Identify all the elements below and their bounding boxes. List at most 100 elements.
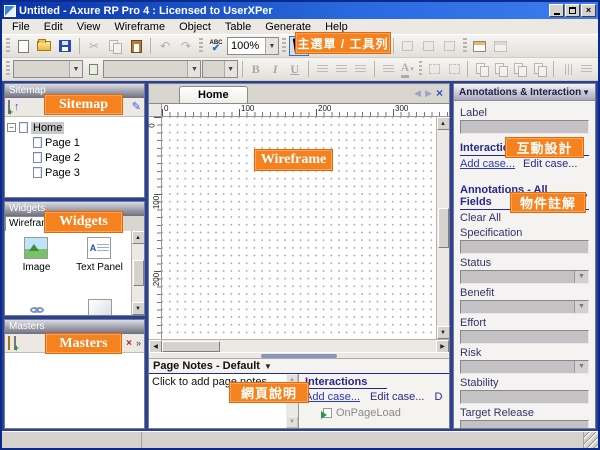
effort-input[interactable]: [460, 330, 589, 344]
scrollbar-thumb[interactable]: [438, 208, 449, 248]
font-style-combobox[interactable]: ▼: [103, 60, 201, 78]
tree-row-page1[interactable]: Page 1: [7, 135, 142, 150]
tree-label-page2[interactable]: Page 2: [45, 152, 80, 164]
border-color-button[interactable]: [419, 36, 439, 56]
notes-splitter[interactable]: [149, 352, 449, 358]
target-release-input[interactable]: [460, 420, 589, 428]
menu-file[interactable]: File: [6, 20, 36, 34]
paste-button[interactable]: [126, 36, 146, 56]
close-button[interactable]: ×: [581, 4, 596, 17]
bullet-list-button[interactable]: [379, 59, 397, 79]
dropdown-arrow-icon[interactable]: ▼: [264, 362, 272, 371]
redo-button[interactable]: ↷: [176, 36, 196, 56]
toolbar-grip[interactable]: [199, 38, 203, 54]
zoom-dropdown-arrow-icon[interactable]: ▼: [265, 38, 278, 54]
onpageload-row[interactable]: OnPageLoad: [323, 407, 443, 419]
dropdown-arrow-icon[interactable]: ▼: [574, 361, 588, 373]
tree-row-page3[interactable]: Page 3: [7, 165, 142, 180]
shadow-button[interactable]: [440, 36, 460, 56]
delete-master-button[interactable]: ×: [126, 338, 132, 349]
dropdown-arrow-icon[interactable]: ▼: [574, 301, 588, 313]
widget-rectangle[interactable]: Rectangle: [77, 299, 122, 315]
splitter-handle-icon[interactable]: [261, 354, 337, 358]
panel-overflow-button[interactable]: »: [136, 338, 141, 348]
align-center-button[interactable]: [332, 59, 350, 79]
title-bar[interactable]: Untitled - Axure RP Pro 4 : Licensed to …: [2, 2, 598, 19]
scrollbar-thumb[interactable]: [162, 341, 220, 352]
move-up-button[interactable]: ↑: [14, 102, 20, 113]
canvas-vertical-scrollbar[interactable]: ▲ ▼: [436, 117, 449, 339]
send-backward-button[interactable]: [531, 59, 549, 79]
add-case-link[interactable]: Add case...: [460, 158, 515, 170]
widget-hyperlink[interactable]: Hyperlink: [16, 299, 58, 315]
collapse-icon[interactable]: −: [7, 123, 16, 132]
group-button[interactable]: [425, 59, 443, 79]
label-input[interactable]: [460, 120, 589, 134]
prev-tab-icon[interactable]: ◀: [414, 88, 421, 99]
new-button[interactable]: [13, 36, 33, 56]
toolbar-grip[interactable]: [6, 61, 10, 77]
edit-page-button[interactable]: ✎: [132, 102, 141, 113]
status-select[interactable]: ▼: [460, 270, 589, 284]
dropdown-arrow-icon[interactable]: ▼: [224, 61, 237, 77]
edit-case-link[interactable]: Edit case...: [370, 391, 424, 403]
menu-view[interactable]: View: [71, 20, 107, 34]
font-size-combobox[interactable]: ▼: [202, 60, 237, 78]
menu-object[interactable]: Object: [173, 20, 217, 34]
spellcheck-button[interactable]: ABC✔: [206, 36, 226, 56]
clear-all-link[interactable]: Clear All: [460, 212, 589, 224]
zoom-combobox[interactable]: 100% ▼: [227, 37, 279, 55]
edit-case-link[interactable]: Edit case...: [523, 158, 577, 170]
minimize-button[interactable]: [549, 4, 564, 17]
widget-text-panel[interactable]: A Text Panel: [76, 237, 123, 299]
next-tab-icon[interactable]: ▶: [425, 88, 432, 99]
resize-grip[interactable]: [584, 432, 598, 448]
widget-image[interactable]: Image: [23, 237, 51, 299]
add-case-link[interactable]: Add case...: [305, 391, 360, 403]
tree-row-home[interactable]: − Home: [7, 120, 142, 135]
scroll-down-icon[interactable]: ▼: [437, 326, 450, 339]
tree-label-page3[interactable]: Page 3: [45, 167, 80, 179]
toolbar-grip[interactable]: [6, 38, 10, 54]
risk-select[interactable]: ▼: [460, 360, 589, 374]
scroll-right-icon[interactable]: ▶: [436, 340, 449, 353]
scroll-down-icon[interactable]: ▼: [132, 302, 145, 315]
bold-button[interactable]: B: [247, 59, 265, 79]
table-properties-button[interactable]: [491, 36, 511, 56]
delete-case-link[interactable]: Delete ca...: [434, 391, 443, 403]
undo-button[interactable]: ↶: [155, 36, 175, 56]
toolbar-grip[interactable]: [419, 61, 423, 77]
close-tab-icon[interactable]: ×: [436, 86, 443, 100]
tree-label-home[interactable]: Home: [31, 122, 64, 134]
open-master-button[interactable]: [8, 337, 10, 349]
scroll-down-icon[interactable]: ▼: [286, 416, 298, 428]
font-family-combobox[interactable]: ▼: [13, 60, 83, 78]
menu-edit[interactable]: Edit: [38, 20, 69, 34]
save-button[interactable]: [55, 36, 75, 56]
italic-button[interactable]: I: [266, 59, 284, 79]
underline-button[interactable]: U: [285, 59, 303, 79]
menu-wireframe[interactable]: Wireframe: [108, 20, 171, 34]
scroll-up-icon[interactable]: ▲: [132, 231, 145, 244]
benefit-select[interactable]: ▼: [460, 300, 589, 314]
fill-color-button[interactable]: [398, 36, 418, 56]
page-notes-header[interactable]: Page Notes - Default ▼: [149, 359, 449, 374]
masters-list[interactable]: [5, 353, 144, 428]
add-master-button[interactable]: [14, 337, 16, 349]
ungroup-button[interactable]: [445, 59, 463, 79]
canvas-horizontal-scrollbar[interactable]: ◀ ▶: [149, 339, 449, 352]
dropdown-arrow-icon[interactable]: ▼: [69, 61, 82, 77]
specification-input[interactable]: [460, 240, 589, 254]
send-to-back-button[interactable]: [492, 59, 510, 79]
insert-table-button[interactable]: [470, 36, 490, 56]
stability-input[interactable]: [460, 390, 589, 404]
bring-to-front-button[interactable]: [472, 59, 490, 79]
bring-forward-button[interactable]: [511, 59, 529, 79]
tree-label-page1[interactable]: Page 1: [45, 137, 80, 149]
align-right-button[interactable]: [352, 59, 370, 79]
cut-button[interactable]: ✂: [84, 36, 104, 56]
align-left-button[interactable]: [313, 59, 331, 79]
toolbar-grip[interactable]: [463, 38, 467, 54]
scroll-up-icon[interactable]: ▲: [437, 117, 450, 130]
annotations-panel-header[interactable]: Annotations & Interactions ▼: [454, 84, 595, 101]
